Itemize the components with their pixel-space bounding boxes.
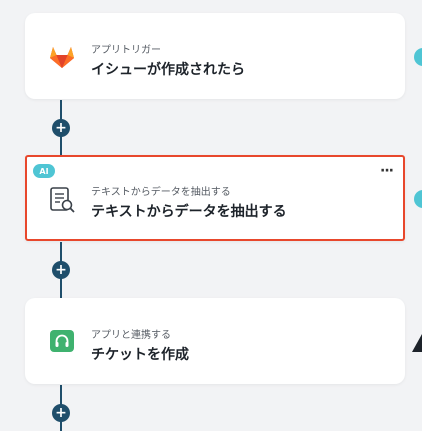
more-options-button[interactable]: ··· bbox=[380, 163, 394, 179]
flow-step-trigger[interactable]: アプリトリガー イシューが作成されたら bbox=[25, 13, 405, 99]
document-search-icon bbox=[47, 185, 77, 215]
add-step-button[interactable]: + bbox=[52, 119, 70, 137]
side-arrow-icon bbox=[412, 334, 422, 352]
flow-step-ai-extract[interactable]: テキストからデータを抽出する テキストからデータを抽出する ··· bbox=[25, 155, 405, 241]
ai-badge: AI bbox=[33, 164, 55, 178]
gitlab-icon bbox=[47, 41, 77, 71]
step-title: テキストからデータを抽出する bbox=[91, 204, 287, 220]
flow-step-create-ticket[interactable]: アプリと連携する チケットを作成 bbox=[25, 298, 405, 384]
add-step-button[interactable]: + bbox=[52, 261, 70, 279]
step-category-label: アプリと連携する bbox=[91, 330, 171, 341]
headset-icon bbox=[47, 326, 77, 356]
step-category-label: アプリトリガー bbox=[91, 45, 161, 56]
step-category-label: テキストからデータを抽出する bbox=[91, 187, 231, 198]
step-title: イシューが作成されたら bbox=[91, 62, 245, 78]
step-title: チケットを作成 bbox=[91, 347, 189, 363]
side-toggle-button[interactable] bbox=[414, 48, 422, 66]
side-toggle-button[interactable] bbox=[414, 190, 422, 208]
add-step-button[interactable]: + bbox=[52, 404, 70, 422]
